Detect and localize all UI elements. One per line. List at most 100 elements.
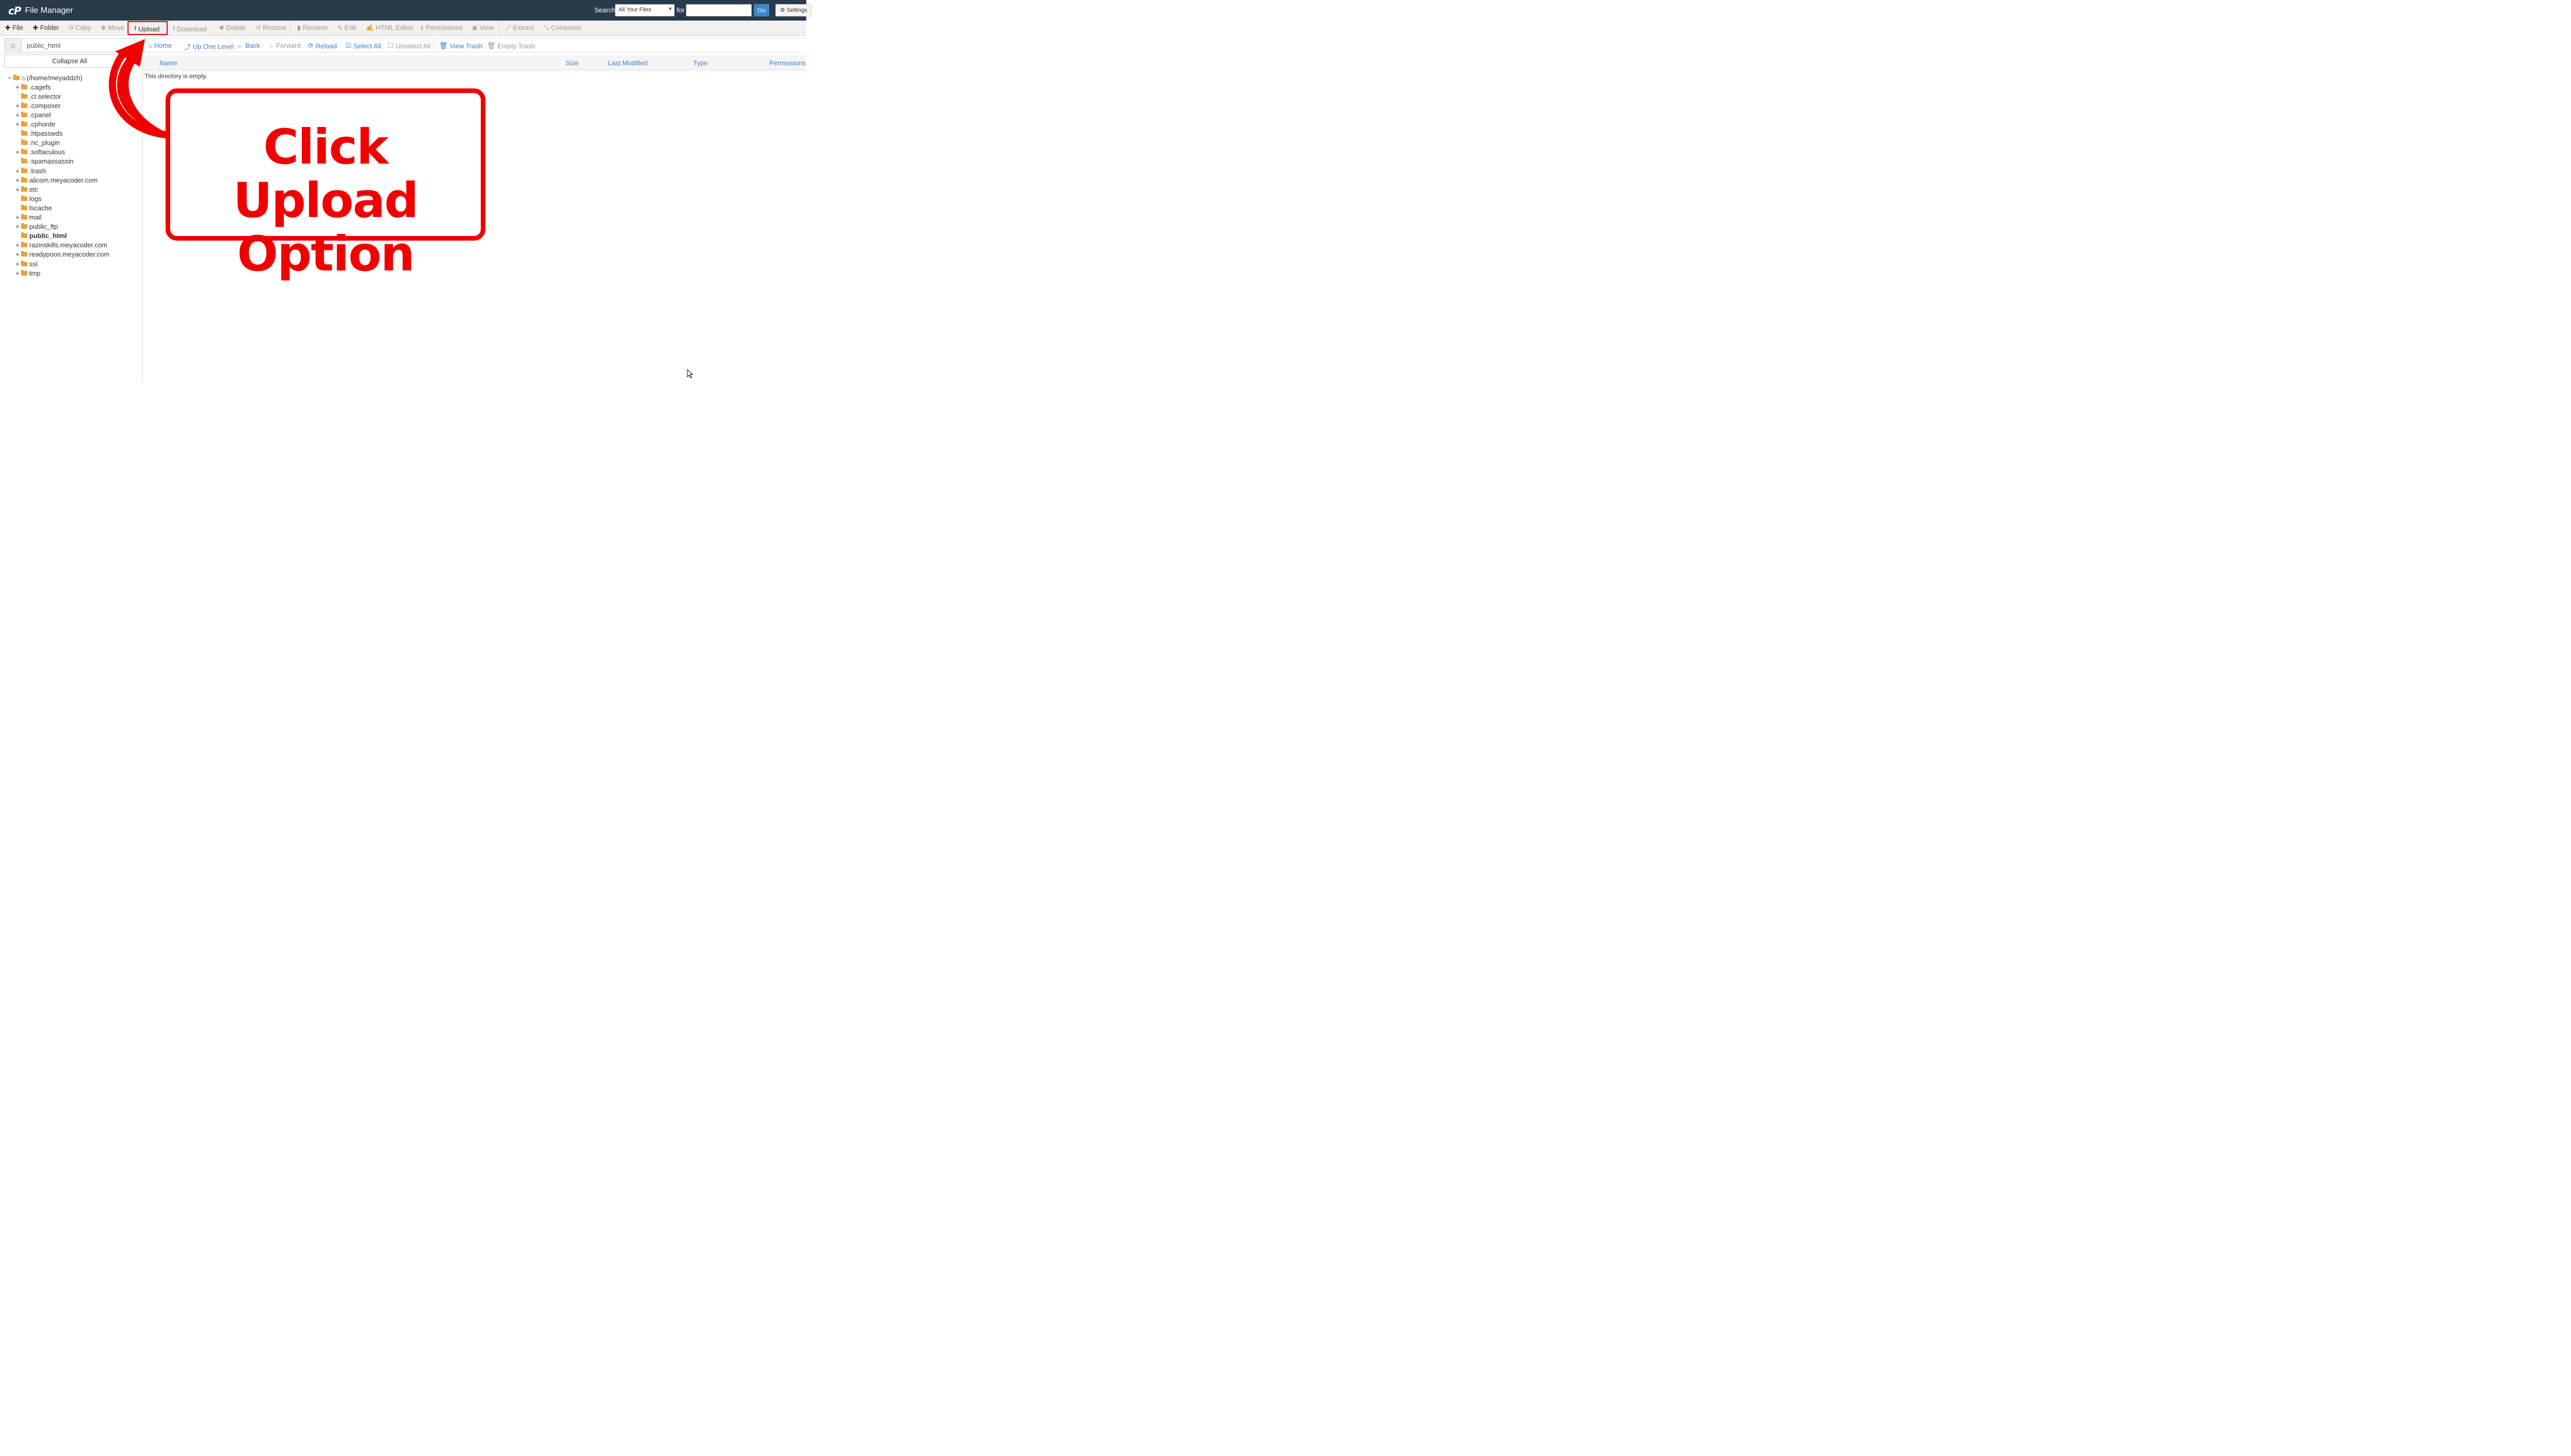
new-file-label: File <box>12 24 24 31</box>
unselect-all-button[interactable]: ☐ Unselect All <box>388 42 431 50</box>
folder-icon <box>21 269 27 276</box>
new-folder-button[interactable]: ✚ Folder <box>33 24 59 31</box>
expand-icon[interactable]: + <box>15 148 20 156</box>
close-icon: ✖ <box>219 24 225 31</box>
tree-item[interactable]: + public_ftp <box>15 222 58 231</box>
navigation-bar: ⌂ Home ⤴ Up One Level ← Back → Forward ⟳ Relo… <box>142 38 806 52</box>
folder-open-icon <box>13 74 20 80</box>
tree-item[interactable]: + .softaculous <box>15 148 65 157</box>
tree-item[interactable]: + razinskills.meyacoder.com <box>15 241 107 250</box>
tree-item[interactable]: + tmp <box>15 268 40 278</box>
delete-button[interactable]: ✖ Delete <box>219 24 246 31</box>
expand-icon: ⤢ <box>506 24 511 31</box>
forward-button[interactable]: → Forward <box>267 42 301 49</box>
expand-icon[interactable]: + <box>15 260 20 268</box>
folder-icon <box>21 83 27 89</box>
view-button[interactable]: ◉ View <box>472 24 494 31</box>
extract-button[interactable]: ⤢ Extract <box>506 24 534 31</box>
pencil-icon: ✎ <box>337 24 343 31</box>
column-permissions[interactable]: Permissions <box>769 59 806 67</box>
tree-item[interactable]: + ssl <box>15 259 38 268</box>
settings-button[interactable]: ⚙ Settings <box>775 4 811 16</box>
up-one-level-label: Up One Level <box>193 43 234 50</box>
move-button[interactable]: ✥ Move <box>101 24 124 31</box>
up-one-level-button[interactable]: ⤴ Up One Level <box>184 42 234 51</box>
mouse-cursor-icon <box>687 369 694 378</box>
column-last-modified[interactable]: Last Modified <box>608 59 647 67</box>
html-editor-button[interactable]: ✍ HTML Editor <box>366 24 413 31</box>
compress-button[interactable]: ⤡ Compress <box>544 24 582 31</box>
checkbox-checked-icon: ☑ <box>346 42 352 49</box>
tree-item[interactable]: public_html <box>15 231 67 241</box>
restore-button[interactable]: ↺ Restore <box>256 24 286 31</box>
back-button[interactable]: ← Back <box>237 42 260 49</box>
tree-item-label: .spamassassin <box>29 157 74 166</box>
expand-icon[interactable]: + <box>15 213 20 221</box>
expand-icon[interactable]: + <box>15 120 20 128</box>
tree-item[interactable]: + .cagefs <box>15 82 51 92</box>
tree-item[interactable]: + .composer <box>15 101 61 110</box>
reload-button[interactable]: ⟳ Reload <box>308 42 337 50</box>
view-trash-button[interactable]: 🗑 View Trash <box>439 42 483 50</box>
expand-icon[interactable]: + <box>15 176 20 184</box>
search-scope-select[interactable]: All Your Files ▾ <box>615 4 675 16</box>
compress-icon: ⤡ <box>544 24 549 31</box>
folder-icon <box>21 176 27 183</box>
folder-icon <box>21 93 27 99</box>
tree-item-label: ssl <box>29 260 38 268</box>
folder-icon <box>21 158 27 164</box>
tree-item[interactable]: + .trash <box>15 166 46 175</box>
home-icon: ⌂ <box>22 74 26 82</box>
tree-item-label: .cpanel <box>29 111 51 119</box>
tree-item[interactable]: + etc <box>15 185 38 194</box>
select-all-label: Select All <box>353 42 382 50</box>
tree-item[interactable]: logs <box>15 194 42 203</box>
tree-root-item[interactable]: − ⌂ (/home/meyaddzh) <box>7 73 82 82</box>
expand-icon[interactable]: + <box>15 241 20 249</box>
for-label: for <box>677 6 685 14</box>
empty-trash-button[interactable]: 🗑 Empty Trash <box>487 42 535 50</box>
tree-item[interactable]: .htpasswds <box>15 129 63 138</box>
home-button[interactable]: ⌂ <box>5 38 22 52</box>
copy-button[interactable]: ⧉ Copy <box>69 24 91 31</box>
permissions-button[interactable]: ⚷ Permissions <box>420 24 463 31</box>
toolbar-divider <box>290 21 291 35</box>
expand-icon[interactable]: + <box>15 250 20 258</box>
tree-item[interactable]: + alicom.meyacoder.com <box>15 175 98 185</box>
new-file-button[interactable]: ✚ File <box>5 24 23 31</box>
collapse-icon[interactable]: − <box>7 74 12 82</box>
eye-icon: ◉ <box>472 24 478 31</box>
select-all-button[interactable]: ☑ Select All <box>346 42 381 50</box>
tree-item[interactable]: + readypoos.meyacoder.com <box>15 250 110 259</box>
tree-item-label: .trash <box>29 167 46 175</box>
tree-item[interactable]: lscache <box>15 203 52 212</box>
key-icon: ⚷ <box>420 24 424 31</box>
go-button[interactable]: Go <box>754 4 769 16</box>
expand-icon[interactable]: + <box>15 269 20 277</box>
folder-icon <box>21 251 27 257</box>
checkbox-empty-icon: ☐ <box>388 42 394 49</box>
tree-item[interactable]: + mail <box>15 213 42 222</box>
column-type[interactable]: Type <box>693 59 708 67</box>
search-scope-value: All Your Files <box>619 7 651 13</box>
tree-item[interactable]: + .cphorde <box>15 120 55 129</box>
copy-icon: ⧉ <box>69 24 74 31</box>
expand-icon[interactable]: + <box>15 186 20 193</box>
search-input[interactable] <box>686 4 752 16</box>
forward-label: Forward <box>276 42 301 49</box>
expand-icon[interactable]: + <box>15 111 20 119</box>
tree-item[interactable]: .cl.selector <box>15 92 61 101</box>
column-size[interactable]: Size <box>566 59 578 67</box>
tree-item[interactable]: .spamassassin <box>15 157 74 166</box>
edit-button[interactable]: ✎ Edit <box>337 24 356 31</box>
expand-icon[interactable]: + <box>15 223 20 230</box>
expand-icon[interactable]: + <box>15 167 20 175</box>
expand-icon[interactable]: + <box>15 83 20 91</box>
rename-button[interactable]: ▮ Rename <box>297 24 328 31</box>
tree-item[interactable]: .nc_plugin <box>15 138 60 148</box>
brand[interactable]: cP File Manager <box>8 5 73 17</box>
folder-icon <box>21 111 27 117</box>
copy-label: Copy <box>75 24 91 31</box>
tree-item[interactable]: + .cpanel <box>15 110 51 119</box>
expand-icon[interactable]: + <box>15 102 20 110</box>
